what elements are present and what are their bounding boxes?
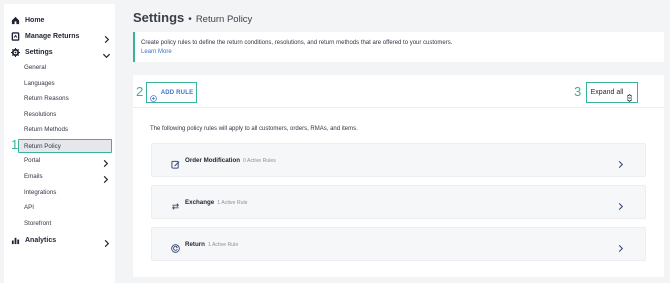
bar-chart-icon <box>11 236 20 245</box>
returns-icon <box>11 31 20 41</box>
sidebar-item-label: Home <box>25 16 45 24</box>
sidebar-subitem-return-reasons[interactable]: Return Reasons <box>24 92 96 104</box>
rule-name-text: Order Modification <box>185 157 241 164</box>
chevron-right-icon <box>101 155 110 168</box>
callout-number-1: 1 <box>11 137 19 152</box>
rule-row-return[interactable]: Return 1 Active Rule <box>151 227 646 261</box>
sidebar-subitem-resolutions[interactable]: Resolutions <box>24 108 96 120</box>
sidebar-item-analytics[interactable]: Analytics <box>11 233 111 248</box>
add-rule-label: ADD RULE <box>160 89 194 96</box>
rule-name: Return 1 Active Rule <box>185 241 238 248</box>
sidebar-subitem-storefront[interactable]: Storefront <box>24 217 96 229</box>
title-separator: • <box>188 14 192 25</box>
sidebar-subitem-languages[interactable]: Languages <box>24 77 96 89</box>
chevron-right-icon[interactable] <box>616 240 625 253</box>
chevron-right-icon[interactable] <box>616 198 625 211</box>
card-divider <box>133 107 664 108</box>
chevron-right-icon <box>102 31 111 44</box>
sidebar-subitem-label: Emails <box>24 172 43 180</box>
info-banner: Create policy rules to define the return… <box>133 32 664 62</box>
chevron-right-icon <box>102 235 111 248</box>
sidebar-subitem-general[interactable]: General <box>24 61 96 73</box>
chevron-right-icon <box>101 171 110 184</box>
learn-more-link[interactable]: Learn More <box>141 49 172 55</box>
page-title: Settings • Return Policy <box>133 10 252 25</box>
sidebar-item-label: Manage Returns <box>25 32 80 40</box>
expand-icon <box>626 89 633 102</box>
callout-number-3: 3 <box>574 84 582 99</box>
sidebar-item-home[interactable]: Home <box>11 13 111 27</box>
rule-row-order-modification[interactable]: Order Modification 0 Active Rules <box>151 143 646 177</box>
home-icon <box>11 16 20 25</box>
rule-meta: 0 Active Rules <box>243 158 276 164</box>
sidebar-subitem-label: Storefront <box>24 219 52 227</box>
return-icon <box>171 240 180 253</box>
rule-name: Order Modification 0 Active Rules <box>185 157 276 164</box>
sidebar-subitem-api[interactable]: API <box>24 201 96 213</box>
plus-circle-icon <box>149 89 157 102</box>
policy-rules-card: ADD RULE Expand all The following policy… <box>133 75 664 277</box>
sidebar-item-settings[interactable]: Settings <box>11 45 111 59</box>
sidebar-subitem-label: Resolutions <box>24 110 57 118</box>
info-text: Create policy rules to define the return… <box>141 40 453 46</box>
expand-all-label: Expand all <box>590 89 624 96</box>
sidebar-subitem-emails[interactable]: Emails <box>24 170 109 184</box>
sidebar-subitem-label: Return Reasons <box>24 94 69 102</box>
chevron-down-icon <box>102 47 111 59</box>
sidebar-subitem-portal[interactable]: Portal <box>24 154 109 168</box>
sidebar-subitem-label: General <box>24 63 47 71</box>
chevron-right-icon[interactable] <box>616 156 625 169</box>
sidebar-subitem-label: Integrations <box>24 188 57 196</box>
exchange-icon <box>171 198 180 210</box>
rule-name-text: Exchange <box>185 199 215 206</box>
sidebar-item-label: Analytics <box>25 236 57 244</box>
gear-icon <box>11 47 20 57</box>
rule-row-exchange[interactable]: Exchange 1 Active Rule <box>151 185 646 219</box>
app-root: Home Manage Returns Settings General Lan… <box>0 0 670 283</box>
rule-meta: 1 Active Rule <box>207 242 239 248</box>
sidebar-subitem-label: Return Policy <box>24 142 61 150</box>
rule-meta: 1 Active Rule <box>217 200 248 206</box>
sidebar-subitem-label: Return Methods <box>24 125 69 133</box>
rules-intro-text: The following policy rules will apply to… <box>150 126 358 132</box>
sidebar-subitem-label: Portal <box>24 156 41 164</box>
page-title-main: Settings <box>133 10 185 25</box>
rule-name: Exchange 1 Active Rule <box>185 199 248 206</box>
rule-name-text: Return <box>185 241 205 248</box>
sidebar-subitem-label: Languages <box>24 79 55 87</box>
edit-icon <box>171 156 180 169</box>
sidebar-subitem-integrations[interactable]: Integrations <box>24 186 96 198</box>
callout-number-2: 2 <box>136 84 144 99</box>
sidebar-subitem-return-methods[interactable]: Return Methods <box>24 123 96 135</box>
sidebar-subitem-label: API <box>24 203 34 211</box>
add-rule-button[interactable]: ADD RULE <box>146 82 197 103</box>
sidebar-subitem-return-policy[interactable]: Return Policy <box>24 140 96 152</box>
expand-all-button[interactable]: Expand all <box>586 82 638 103</box>
page-subtitle: Return Policy <box>195 14 253 25</box>
sidebar-item-manage-returns[interactable]: Manage Returns <box>11 29 111 44</box>
sidebar-item-label: Settings <box>25 48 53 56</box>
